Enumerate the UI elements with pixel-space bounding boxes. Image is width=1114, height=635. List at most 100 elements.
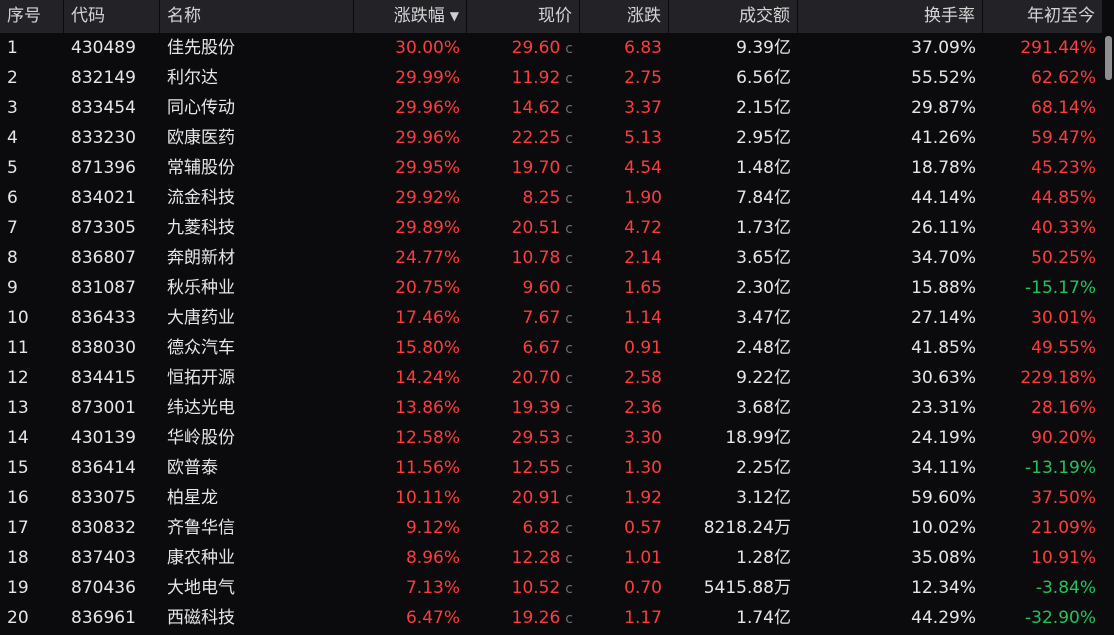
price-flag: c	[565, 131, 573, 147]
row-change-pct-text: 30.00%	[395, 38, 460, 58]
row-ytd: 59.47%	[983, 123, 1103, 153]
row-price: 11.92 c	[467, 63, 580, 93]
row-name-text: 欧康医药	[167, 128, 235, 148]
row-name: 华岭股份	[160, 423, 354, 453]
row-name: 同心传动	[160, 93, 354, 123]
column-header-turnover-amount[interactable]: 成交额	[669, 0, 798, 33]
row-price-text: 6.82	[522, 518, 561, 538]
row-turnover-amount: 2.48亿	[669, 333, 798, 363]
row-ytd: 40.33%	[983, 213, 1103, 243]
row-name: 德众汽车	[160, 333, 354, 363]
table-row[interactable]: 18 837403 康农种业 8.96% 12.28 c 1.01 1.28亿 35.08% 10…	[0, 543, 1103, 573]
row-change-text: 0.57	[624, 518, 662, 538]
scrollbar-thumb[interactable]	[1105, 36, 1112, 80]
row-turnover-rate-text: 24.19%	[911, 428, 976, 448]
vertical-scrollbar[interactable]	[1103, 33, 1114, 635]
row-code-text: 836807	[71, 248, 136, 268]
column-header-price[interactable]: 现价	[467, 0, 580, 33]
column-header-ytd[interactable]: 年初至今	[983, 0, 1103, 33]
price-flag: c	[565, 551, 573, 567]
row-change-text: 4.54	[624, 158, 662, 178]
table-row[interactable]: 20 836961 西磁科技 6.47% 19.26 c 1.17 1.74亿 44.29% -3…	[0, 603, 1103, 633]
row-index-text: 12	[7, 368, 29, 388]
column-header-index[interactable]: 序号	[0, 0, 64, 33]
table-row[interactable]: 11 838030 德众汽车 15.80% 6.67 c 0.91 2.48亿 41.85% 49…	[0, 333, 1103, 363]
row-price-text: 19.39	[511, 398, 561, 418]
row-change-text: 2.14	[624, 248, 662, 268]
row-name: 恒拓开源	[160, 363, 354, 393]
row-change-text: 1.30	[624, 458, 662, 478]
row-price: 22.25 c	[467, 123, 580, 153]
row-price: 12.55 c	[467, 453, 580, 483]
row-name: 流金科技	[160, 183, 354, 213]
row-ytd-text: 62.62%	[1031, 68, 1096, 88]
row-price: 6.67 c	[467, 333, 580, 363]
table-row[interactable]: 16 833075 柏星龙 10.11% 20.91 c 1.92 3.12亿 59.60% 37…	[0, 483, 1103, 513]
row-name-text: 纬达光电	[167, 398, 235, 418]
table-row[interactable]: 7 873305 九菱科技 29.89% 20.51 c 4.72 1.73亿 26.11% 40…	[0, 213, 1103, 243]
row-price: 8.25 c	[467, 183, 580, 213]
table-row[interactable]: 15 836414 欧普泰 11.56% 12.55 c 1.30 2.25亿 34.11% -1…	[0, 453, 1103, 483]
row-ytd-text: -3.84%	[1035, 578, 1096, 598]
table-row[interactable]: 17 830832 齐鲁华信 9.12% 6.82 c 0.57 8218.24万 10.02%…	[0, 513, 1103, 543]
column-header-change-pct[interactable]: 涨跌幅 ▼	[354, 0, 467, 33]
price-flag: c	[565, 341, 573, 357]
row-index: 3	[0, 93, 64, 123]
row-turnover-amount-text: 8218.24万	[703, 518, 791, 538]
table-row[interactable]: 2 832149 利尔达 29.99% 11.92 c 2.75 6.56亿 55.52% 62.…	[0, 63, 1103, 93]
column-header-turnover-rate[interactable]: 换手率	[798, 0, 983, 33]
row-index-text: 2	[7, 68, 18, 88]
row-turnover-rate: 55.52%	[798, 63, 983, 93]
row-name-text: 欧普泰	[167, 458, 218, 478]
row-change: 3.37	[580, 93, 669, 123]
row-name-text: 利尔达	[167, 68, 218, 88]
price-flag: c	[565, 221, 573, 237]
column-header-change[interactable]: 涨跌	[580, 0, 669, 33]
row-name: 大地电气	[160, 573, 354, 603]
row-change-text: 2.75	[624, 68, 662, 88]
table-row[interactable]: 19 870436 大地电气 7.13% 10.52 c 0.70 5415.88万 12.34…	[0, 573, 1103, 603]
table-row[interactable]: 12 834415 恒拓开源 14.24% 20.70 c 2.58 9.22亿 30.63% 2…	[0, 363, 1103, 393]
row-ytd-text: 28.16%	[1031, 398, 1096, 418]
table-row[interactable]: 13 873001 纬达光电 13.86% 19.39 c 2.36 3.68亿 23.31% 2…	[0, 393, 1103, 423]
price-flag: c	[565, 401, 573, 417]
row-code-text: 838030	[71, 338, 136, 358]
table-row[interactable]: 14 430139 华岭股份 12.58% 29.53 c 3.30 18.99亿 24.19%…	[0, 423, 1103, 453]
row-turnover-amount-text: 2.15亿	[736, 98, 791, 118]
row-index-text: 18	[7, 548, 29, 568]
row-turnover-amount-text: 3.68亿	[736, 398, 791, 418]
row-ytd: 37.50%	[983, 483, 1103, 513]
row-ytd-text: 291.44%	[1020, 38, 1096, 58]
row-ytd: -13.19%	[983, 453, 1103, 483]
row-turnover-amount-text: 1.48亿	[736, 158, 791, 178]
row-turnover-amount-text: 2.30亿	[736, 278, 791, 298]
price-flag: c	[565, 101, 573, 117]
row-price-text: 20.51	[511, 218, 561, 238]
row-turnover-amount-text: 3.47亿	[736, 308, 791, 328]
row-index: 16	[0, 483, 64, 513]
row-code-text: 833454	[71, 98, 136, 118]
row-ytd-text: 40.33%	[1031, 218, 1096, 238]
row-turnover-rate: 12.34%	[798, 573, 983, 603]
table-row[interactable]: 9 831087 秋乐种业 20.75% 9.60 c 1.65 2.30亿 15.88% -15…	[0, 273, 1103, 303]
row-turnover-rate: 59.60%	[798, 483, 983, 513]
row-ytd-text: -15.17%	[1025, 278, 1096, 298]
table-row[interactable]: 4 833230 欧康医药 29.96% 22.25 c 5.13 2.95亿 41.26% 59…	[0, 123, 1103, 153]
row-change: 2.58	[580, 363, 669, 393]
table-row[interactable]: 6 834021 流金科技 29.92% 8.25 c 1.90 7.84亿 44.14% 44.…	[0, 183, 1103, 213]
row-ytd: -32.90%	[983, 603, 1103, 633]
row-ytd-text: 30.01%	[1031, 308, 1096, 328]
price-flag: c	[565, 191, 573, 207]
table-row[interactable]: 3 833454 同心传动 29.96% 14.62 c 3.37 2.15亿 29.87% 68…	[0, 93, 1103, 123]
row-turnover-amount: 1.73亿	[669, 213, 798, 243]
table-row[interactable]: 5 871396 常辅股份 29.95% 19.70 c 4.54 1.48亿 18.78% 45…	[0, 153, 1103, 183]
row-change: 1.14	[580, 303, 669, 333]
column-header-name[interactable]: 名称	[160, 0, 354, 33]
table-row[interactable]: 8 836807 奔朗新材 24.77% 10.78 c 2.14 3.65亿 34.70% 50…	[0, 243, 1103, 273]
table-row[interactable]: 1 430489 佳先股份 30.00% 29.60 c 6.83 9.39亿 37.09% 29…	[0, 33, 1103, 63]
row-name-text: 华岭股份	[167, 428, 235, 448]
table-row[interactable]: 10 836433 大唐药业 17.46% 7.67 c 1.14 3.47亿 27.14% 30…	[0, 303, 1103, 333]
row-ytd: 10.91%	[983, 543, 1103, 573]
row-turnover-rate: 44.14%	[798, 183, 983, 213]
column-header-code[interactable]: 代码	[64, 0, 160, 33]
